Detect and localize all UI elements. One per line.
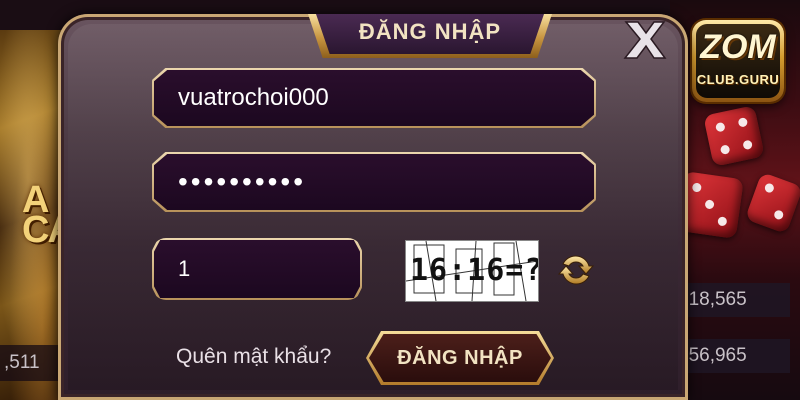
logo-text: ZOM bbox=[700, 28, 776, 66]
dice-icon bbox=[703, 105, 765, 167]
refresh-captcha-button[interactable] bbox=[556, 250, 596, 290]
password-field[interactable] bbox=[152, 152, 596, 212]
username-field[interactable] bbox=[152, 68, 596, 128]
captcha-field[interactable] bbox=[152, 238, 362, 300]
dice-icon bbox=[744, 171, 800, 235]
username-input[interactable] bbox=[176, 83, 594, 113]
right-jackpot-2: 356,965 bbox=[670, 339, 790, 373]
left-jackpot-value: ,511 bbox=[0, 345, 64, 381]
site-logo: ZOM CLUB.GURU bbox=[692, 20, 784, 102]
login-button-label: ĐĂNG NHẬP bbox=[369, 334, 551, 382]
captcha-challenge: 16:16=? bbox=[410, 253, 539, 288]
dialog-title: ĐĂNG NHẬP bbox=[358, 19, 502, 44]
logo-subtext: CLUB.GURU bbox=[696, 72, 780, 87]
refresh-icon bbox=[557, 255, 595, 285]
captcha-input[interactable] bbox=[176, 255, 360, 283]
close-button[interactable] bbox=[622, 20, 668, 60]
password-input[interactable] bbox=[176, 165, 594, 199]
captcha-image: 16:16=? bbox=[405, 240, 539, 302]
close-icon bbox=[623, 21, 667, 59]
forgot-password-link[interactable]: Quên mật khẩu? bbox=[176, 345, 331, 369]
login-button[interactable]: ĐĂNG NHẬP bbox=[366, 331, 554, 385]
right-jackpot-1: 418,565 bbox=[670, 283, 790, 317]
